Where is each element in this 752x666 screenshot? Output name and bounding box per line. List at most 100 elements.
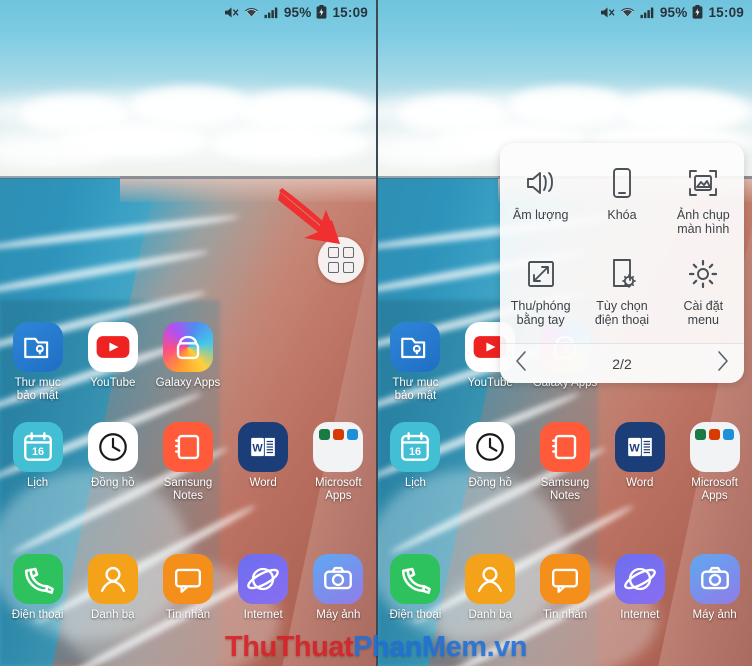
messages-icon [162,554,213,604]
clock-icon [465,422,516,472]
volume-icon [524,161,558,205]
app-label: Samsung Notes [163,477,213,502]
camera-icon [689,554,740,604]
app-clock[interactable]: Đồng hồ [75,422,150,503]
signal-icon [264,6,279,19]
app-secure-folder[interactable]: Thư mục bảo mật [378,322,453,403]
battery-percent: 95% [283,4,312,20]
word-icon: W [238,422,289,472]
app-messages[interactable]: Tin nhắn [150,554,225,622]
app-youtube[interactable]: YouTube [75,322,150,403]
calendar-icon: 16 [390,422,441,472]
microsoft-apps-folder-icon [689,422,740,472]
folder-preview-dots [318,429,358,440]
app-microsoft-apps[interactable]: Microsoft Apps [301,422,376,503]
app-label: Danh bạ [91,609,135,621]
phone-icon [390,554,441,604]
app-word[interactable]: W Word [602,422,677,503]
app-galaxy-apps[interactable]: Galaxy Apps [150,322,225,403]
gear-icon [686,252,720,296]
app-word[interactable]: W Word [226,422,301,503]
clock-time: 15:09 [708,4,744,20]
messages-icon [539,554,590,604]
app-internet[interactable]: Internet [602,554,677,622]
phone-icon [12,554,63,604]
app-row: 16 Lịch Đồng hồ Samsung Notes W Word Microsoft A… [0,422,376,503]
assistive-menu-popup: Âm lượng Khóa Ảnh chụp màn hình Thu/phóng bằn… [500,143,744,383]
battery-charging-icon [316,5,327,19]
app-label: YouTube [90,377,136,389]
app-label: Microsoft Apps [691,477,738,502]
menu-item-label: Ảnh chụp màn hình [676,208,730,236]
app-samsung-notes[interactable]: Samsung Notes [150,422,225,503]
app-label: Máy ảnh [692,609,737,621]
app-label: Danh bạ [468,609,512,621]
app-row: 16 Lịch Đồng hồ Samsung Notes W Word Microsoft A… [378,422,752,503]
mute-icon [224,6,239,19]
app-label: Tin nhắn [542,609,588,621]
app-label: Tin nhắn [165,609,211,621]
app-microsoft-apps[interactable]: Microsoft Apps [677,422,752,503]
app-calendar[interactable]: 16 Lịch [0,422,75,503]
battery-charging-icon [692,5,703,19]
app-label: Internet [243,609,283,621]
app-phone[interactable]: Điện thoại [378,554,453,622]
app-label: Đồng hồ [468,477,512,489]
app-label: Thư mục bảo mật [14,377,61,402]
resize-icon [524,252,558,296]
chevron-left-icon[interactable] [514,350,528,377]
menu-item-label: Cài đặt menu [683,299,724,327]
app-label: Lịch [404,477,426,489]
watermark-part-2: PhanMem.vn [353,631,527,663]
four-squares-grid-icon [328,247,354,273]
app-row: Thư mục bảo mật YouTube Galaxy Apps [0,322,376,403]
app-label: Internet [620,609,660,621]
app-label: Máy ảnh [316,609,361,621]
assistive-menu-pager: 2/2 [500,343,744,383]
app-camera[interactable]: Máy ảnh [677,554,752,622]
internet-icon [238,554,289,604]
secure-folder-icon [390,322,441,372]
status-bar: 95% 15:09 [378,0,752,24]
app-messages[interactable]: Tin nhắn [528,554,603,622]
app-phone[interactable]: Điện thoại [0,554,75,622]
app-secure-folder[interactable]: Thư mục bảo mật [0,322,75,403]
app-label: Microsoft Apps [315,477,362,502]
app-internet[interactable]: Internet [226,554,301,622]
menu-item-screenshot[interactable]: Ảnh chụp màn hình [663,155,744,246]
wifi-icon [620,6,635,19]
app-contacts[interactable]: Danh bạ [453,554,528,622]
calendar-icon: 16 [12,422,63,472]
phone-panel-right: 95% 15:09 Thư mục bảo mật YouTube Galaxy Ap… [376,0,752,666]
contacts-icon [87,554,138,604]
svg-text:W: W [253,443,264,455]
app-label: Điện thoại [389,609,442,621]
app-label: Thư mục bảo mật [392,377,439,402]
menu-item-label: Thu/phóng bằng tay [510,299,571,327]
assistive-touch-button[interactable] [318,237,364,283]
app-clock[interactable]: Đồng hồ [453,422,528,503]
menu-item-manual-zoom[interactable]: Thu/phóng bằng tay [500,246,581,337]
app-samsung-notes[interactable]: Samsung Notes [528,422,603,503]
app-label: Galaxy Apps [155,377,221,389]
menu-item-lock[interactable]: Khóa [581,155,662,246]
app-label: Điện thoại [11,609,64,621]
contacts-icon [465,554,516,604]
app-row: Điện thoại Danh bạ Tin nhắn Internet Máy ảnh [378,554,752,622]
menu-item-volume[interactable]: Âm lượng [500,155,581,246]
chevron-right-icon[interactable] [716,350,730,377]
menu-item-label: Khóa [607,208,637,222]
svg-text:16: 16 [32,446,44,458]
svg-text:W: W [629,443,640,455]
camera-icon [313,554,364,604]
menu-item-label: Tùy chọn điện thoại [594,299,650,327]
app-contacts[interactable]: Danh bạ [75,554,150,622]
status-bar: 95% 15:09 [0,0,376,24]
microsoft-apps-folder-icon [313,422,364,472]
menu-item-phone-options[interactable]: Tùy chọn điện thoại [581,246,662,337]
app-calendar[interactable]: 16 Lịch [378,422,453,503]
site-watermark: ThuThuatPhanMem.vn [0,631,752,664]
menu-item-menu-settings[interactable]: Cài đặt menu [663,246,744,337]
app-camera[interactable]: Máy ảnh [301,554,376,622]
screenshot-stage: 95% 15:09 Thư mục bảo mật YouTube Galaxy Ap… [0,0,752,666]
